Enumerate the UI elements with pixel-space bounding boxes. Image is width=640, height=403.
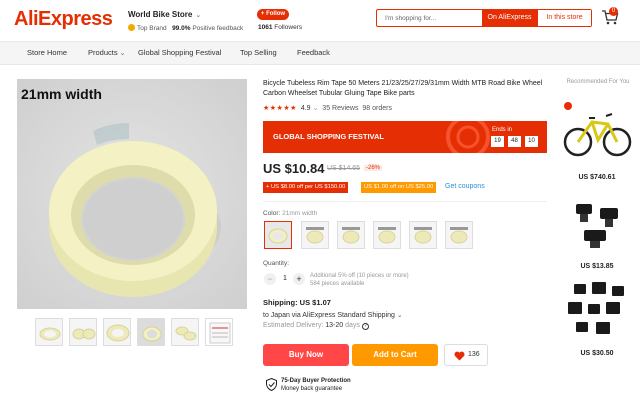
color-swatch-4[interactable] (373, 221, 401, 249)
thumbnail-5[interactable] (171, 318, 199, 346)
shield-icon (266, 378, 277, 391)
main-product-image[interactable]: 21mm width (17, 79, 247, 309)
nav-products[interactable]: Products ⌄ (88, 42, 125, 64)
info-icon[interactable]: ? (361, 323, 369, 330)
quantity-increase-button[interactable]: + (293, 273, 305, 285)
color-swatch-2[interactable] (301, 221, 329, 249)
wishlist-count: 136 (468, 351, 480, 358)
search-input[interactable] (385, 10, 480, 26)
thumbnail-1[interactable] (35, 318, 63, 346)
orders-count: 98 orders (362, 105, 392, 112)
chevron-down-icon: ⌄ (396, 312, 403, 319)
store-nav: Store Home Products ⌄ Global Shopping Fes… (0, 41, 640, 65)
quantity-decrease-button[interactable]: − (264, 273, 276, 285)
ends-in-label: Ends in (492, 127, 513, 133)
quantity-note: Additional 5% off (10 pieces or more) 584… (310, 273, 409, 287)
thumbnail-4[interactable] (137, 318, 165, 346)
current-price: US $10.84 (263, 161, 325, 176)
rating-score: 4.9 (300, 105, 311, 112)
medal-icon (128, 24, 135, 31)
festival-banner: GLOBAL SHOPPING FESTIVAL Ends in 19 48 1… (263, 121, 547, 153)
recommended-item-2-image[interactable] (562, 192, 632, 254)
quantity-value[interactable]: 1 (280, 273, 290, 285)
shipping-method[interactable]: to Japan via AliExpress Standard Shippin… (263, 311, 403, 319)
search-aliexpress-button[interactable]: On AliExpress (482, 10, 537, 26)
wishlist-button[interactable]: 136 (444, 344, 488, 366)
recommended-item-1-image[interactable] (562, 100, 632, 162)
top-brand-label: Top Brand (137, 25, 167, 32)
chevron-down-icon: ⌄ (119, 50, 126, 57)
get-coupons-link[interactable]: Get coupons (445, 183, 485, 190)
positive-pct: 99.0% (172, 25, 191, 32)
recommended-title: Recommended For You (566, 79, 630, 85)
top-header: AliExpress World Bike Store ⌄ Top Brand 9… (0, 0, 640, 40)
cart-count-badge: 0 (609, 7, 618, 16)
image-label: 21mm width (21, 86, 102, 102)
divider (263, 201, 547, 202)
color-swatch-1[interactable] (264, 221, 292, 249)
recommended-item-2-price[interactable]: US $13.85 (562, 263, 632, 270)
search-store-button[interactable]: In this store (537, 10, 591, 26)
positive-label: Positive feedback (192, 25, 244, 32)
product-title: Bicycle Tubeless Rim Tape 50 Meters 21/2… (263, 80, 543, 97)
coupon-1[interactable]: + US $8.00 off per US $150.00 (263, 182, 349, 193)
color-swatch-3[interactable] (337, 221, 365, 249)
recommended-item-3-image[interactable] (562, 278, 632, 340)
followers-count: 1061 Followers (258, 24, 303, 31)
thumbnail-3[interactable] (103, 318, 131, 346)
festival-title: GLOBAL SHOPPING FESTIVAL (273, 132, 384, 141)
buy-now-button[interactable]: Buy Now (263, 344, 349, 366)
thumbnail-6[interactable] (205, 318, 233, 346)
color-label: Color: 21mm width (263, 210, 318, 217)
color-swatch-5[interactable] (409, 221, 437, 249)
reviews-link[interactable]: 35 Reviews (322, 105, 358, 112)
shipping-price: Shipping: US $1.07 (263, 298, 331, 307)
countdown-seconds: 10 (525, 136, 538, 147)
recommended-item-1-price[interactable]: US $740.61 (562, 174, 632, 181)
rating-row: ★★★★★ 4.9 ⌄ 35 Reviews 98 orders (263, 104, 392, 112)
chevron-down-icon: ⌄ (312, 105, 319, 112)
countdown-minutes: 48 (508, 136, 521, 147)
countdown-hours: 19 (491, 136, 504, 147)
follow-button[interactable]: + Follow (257, 9, 289, 20)
star-rating-icon: ★★★★★ (263, 105, 297, 112)
nav-store-home[interactable]: Store Home (27, 42, 67, 64)
estimated-delivery: Estimated Delivery: 13-20 days ? (263, 322, 369, 330)
thumbnail-2[interactable] (69, 318, 97, 346)
nav-global-shopping-festival[interactable]: Global Shopping Festival (138, 42, 221, 64)
aliexpress-logo[interactable]: AliExpress (14, 8, 113, 31)
color-swatch-6[interactable] (445, 221, 473, 249)
search-bar: On AliExpress In this store (376, 9, 592, 27)
nav-feedback[interactable]: Feedback (297, 42, 330, 64)
original-price: US $14.65 (327, 165, 361, 172)
quantity-label: Quantity: (263, 260, 290, 267)
store-meta: Top Brand 99.0% Positive feedback (128, 24, 243, 32)
chevron-down-icon: ⌄ (195, 12, 202, 19)
recommended-item-3-price[interactable]: US $30.50 (562, 350, 632, 357)
heart-icon (454, 351, 465, 361)
buyer-protection[interactable]: 75-Day Buyer Protection Money back guaran… (281, 377, 351, 393)
coupon-2[interactable]: US $1.00 off on US $25.00 (361, 182, 437, 193)
nav-top-selling[interactable]: Top Selling (240, 42, 277, 64)
store-name[interactable]: World Bike Store ⌄ (128, 10, 201, 19)
discount-badge: -26% (364, 165, 383, 171)
add-to-cart-button[interactable]: Add to Cart (352, 344, 438, 366)
cart-icon[interactable]: 0 (601, 7, 621, 28)
